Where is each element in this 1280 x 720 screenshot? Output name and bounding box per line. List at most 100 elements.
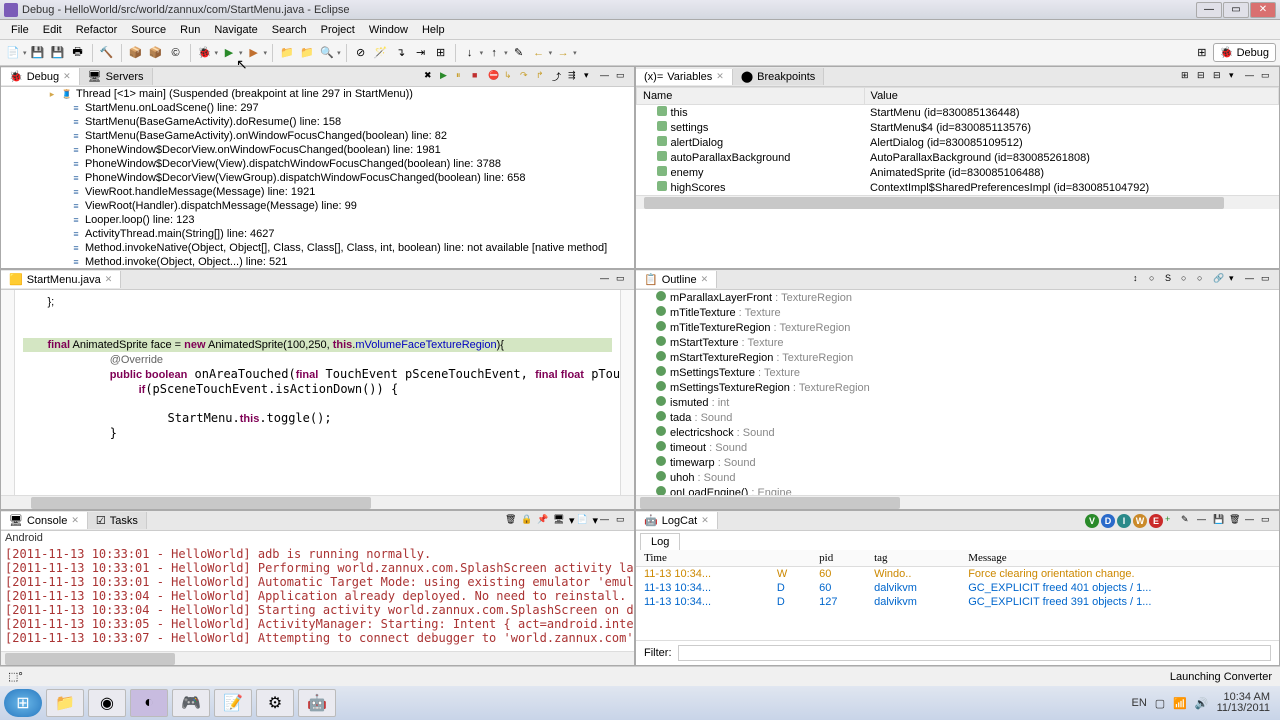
view-menu-icon[interactable]: ▾: [584, 70, 598, 84]
open-perspective-icon[interactable]: ⊞: [1193, 44, 1211, 62]
variable-row[interactable]: enemyAnimatedSprite (id=830085106488): [637, 165, 1279, 180]
hide-static-icon[interactable]: S: [1165, 273, 1179, 287]
debug-level-icon[interactable]: D: [1101, 514, 1115, 528]
menu-search[interactable]: Search: [265, 22, 314, 38]
thread-row[interactable]: ▸🧵 Thread [<1> main] (Suspended (breakpo…: [1, 87, 634, 101]
outline-item[interactable]: timewarp : Sound: [636, 455, 1279, 470]
code-editor[interactable]: }; final AnimatedSprite face = new Anima…: [15, 290, 620, 495]
android-icon[interactable]: 🤖: [298, 689, 336, 717]
menu-source[interactable]: Source: [124, 22, 173, 38]
outline-item[interactable]: mStartTextureRegion : TextureRegion: [636, 350, 1279, 365]
disconnect-icon[interactable]: ⛔: [488, 70, 502, 84]
stack-frame[interactable]: ≡ PhoneWindow$DecorView.onWindowFocusCha…: [1, 143, 634, 157]
maximize-view-icon[interactable]: ▭: [1261, 514, 1275, 528]
minimize-view-icon[interactable]: —: [600, 70, 614, 84]
drop-frame-icon[interactable]: ⤴: [552, 70, 566, 84]
last-edit-icon[interactable]: ✎: [510, 44, 528, 62]
view-menu-icon[interactable]: ▾: [1229, 273, 1243, 287]
menu-edit[interactable]: Edit: [36, 22, 69, 38]
next-ann-icon[interactable]: ↓: [461, 44, 479, 62]
minimize-view-icon[interactable]: —: [600, 273, 614, 287]
logical-icon[interactable]: ⊟: [1197, 70, 1211, 84]
stack-frame[interactable]: ≡ StartMenu(BaseGameActivity).onWindowFo…: [1, 129, 634, 143]
tab-servers[interactable]: 🖥 Servers: [80, 68, 153, 85]
outline-item[interactable]: mSettingsTexture : Texture: [636, 365, 1279, 380]
close-icon[interactable]: ✕: [63, 71, 71, 82]
stack-frame[interactable]: ≡ Looper.loop() line: 123: [1, 213, 634, 227]
maximize-view-icon[interactable]: ▭: [616, 514, 630, 528]
print-icon[interactable]: 🖶: [69, 44, 87, 62]
menu-file[interactable]: File: [4, 22, 36, 38]
open-console-icon[interactable]: 📄: [576, 514, 590, 528]
outline-item[interactable]: mStartTexture : Texture: [636, 335, 1279, 350]
close-icon[interactable]: ✕: [105, 274, 113, 285]
forward-icon[interactable]: →: [554, 44, 572, 62]
export-icon[interactable]: 💾: [1213, 514, 1227, 528]
hide-fields-icon[interactable]: ○: [1149, 273, 1163, 287]
wand-icon[interactable]: 🪄: [372, 44, 390, 62]
variables-table[interactable]: Name Value thisStartMenu (id=83008513644…: [636, 87, 1279, 195]
tray-clock[interactable]: 10:34 AM 11/13/2011: [1217, 692, 1270, 714]
drop-icon[interactable]: ⇥: [412, 44, 430, 62]
tab-logcat[interactable]: 🤖 LogCat ✕: [636, 512, 718, 529]
folder-icon[interactable]: 📁: [278, 44, 296, 62]
log-row[interactable]: 11-13 10:34...D60dalvikvmGC_EXPLICIT fre…: [636, 581, 1279, 595]
variable-row[interactable]: autoParallaxBackgroundAutoParallaxBackgr…: [637, 150, 1279, 165]
menu-refactor[interactable]: Refactor: [69, 22, 125, 38]
outline-item[interactable]: electricshock : Sound: [636, 425, 1279, 440]
link-icon[interactable]: 🔗: [1213, 273, 1227, 287]
back-icon[interactable]: ←: [530, 44, 548, 62]
menu-project[interactable]: Project: [314, 22, 362, 38]
outline-item[interactable]: ismuted : int: [636, 395, 1279, 410]
edit-filter-icon[interactable]: ✎: [1181, 514, 1195, 528]
minimize-view-icon[interactable]: —: [600, 514, 614, 528]
stack-frame[interactable]: ≡ ActivityThread.main(String[]) line: 46…: [1, 227, 634, 241]
perspective-debug[interactable]: 🐞 Debug: [1213, 43, 1276, 62]
build-icon[interactable]: 🔨: [98, 44, 116, 62]
prev-ann-icon[interactable]: ↑: [485, 44, 503, 62]
stack-frame[interactable]: ≡ ViewRoot(Handler).dispatchMessage(Mess…: [1, 199, 634, 213]
app1-icon[interactable]: 🎮: [172, 689, 210, 717]
variable-row[interactable]: settingsStartMenu$4 (id=830085113576): [637, 120, 1279, 135]
app2-icon[interactable]: ⚙: [256, 689, 294, 717]
remove-icon[interactable]: ✖: [424, 70, 438, 84]
remove-filter-icon[interactable]: —: [1197, 514, 1211, 528]
tab-outline[interactable]: 📋 Outline ✕: [636, 271, 717, 288]
tab-console[interactable]: 🖥 Console ✕: [1, 512, 88, 529]
class-icon[interactable]: ©: [167, 44, 185, 62]
package-icon[interactable]: 📦: [147, 44, 165, 62]
external-icon[interactable]: ▶: [245, 44, 263, 62]
tab-breakpoints[interactable]: ⬤ Breakpoints: [733, 68, 824, 85]
outline-item[interactable]: mTitleTexture : Texture: [636, 305, 1279, 320]
add-filter-icon[interactable]: +: [1165, 514, 1179, 528]
new-icon[interactable]: 📄: [4, 44, 22, 62]
minimize-view-icon[interactable]: —: [1245, 70, 1259, 84]
tab-variables[interactable]: (x)= Variables ✕: [636, 69, 733, 85]
close-icon[interactable]: ✕: [716, 71, 724, 82]
tab-tasks[interactable]: ☑ Tasks: [88, 512, 147, 529]
stack-frame[interactable]: ≡ PhoneWindow$DecorView(View).dispatchWi…: [1, 157, 634, 171]
minimize-view-icon[interactable]: —: [1245, 514, 1259, 528]
error-icon[interactable]: E: [1149, 514, 1163, 528]
outline-item[interactable]: tada : Sound: [636, 410, 1279, 425]
menu-help[interactable]: Help: [415, 22, 452, 38]
verbose-icon[interactable]: V: [1085, 514, 1099, 528]
project-icon[interactable]: 📦: [127, 44, 145, 62]
pin-icon[interactable]: 📌: [537, 514, 551, 528]
display-icon[interactable]: 🖥: [553, 514, 567, 528]
outline-item[interactable]: uhoh : Sound: [636, 470, 1279, 485]
stack-frame[interactable]: ≡ StartMenu.onLoadScene() line: 297: [1, 101, 634, 115]
stack-frame[interactable]: ≡ ViewRoot.handleMessage(Message) line: …: [1, 185, 634, 199]
col-message[interactable]: Message: [960, 550, 1279, 567]
tray-network-icon[interactable]: 📶: [1173, 697, 1187, 710]
col-time[interactable]: Time: [636, 550, 769, 567]
type-icon[interactable]: ⊞: [1181, 70, 1195, 84]
tab-debug[interactable]: 🐞 Debug ✕: [1, 68, 80, 85]
hide-nonpublic-icon[interactable]: ○: [1181, 273, 1195, 287]
explorer-icon[interactable]: 📁: [46, 689, 84, 717]
col-tag[interactable]: tag: [866, 550, 960, 567]
run-icon[interactable]: ▶: [220, 44, 238, 62]
log-row[interactable]: 11-13 10:34...D127dalvikvmGC_EXPLICIT fr…: [636, 595, 1279, 609]
col-value[interactable]: Value: [864, 88, 1278, 105]
search-icon[interactable]: 🔍: [318, 44, 336, 62]
